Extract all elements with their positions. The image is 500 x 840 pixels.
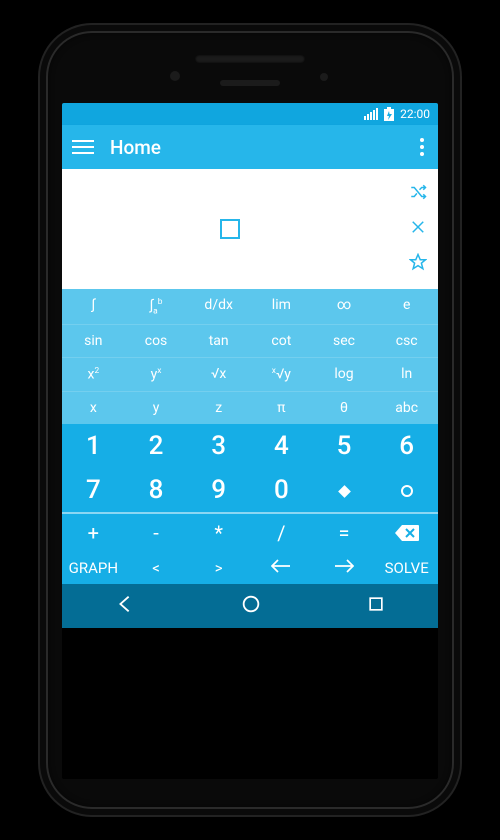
key-2[interactable]: 2 <box>125 424 188 468</box>
key-equals[interactable]: = <box>313 514 376 552</box>
key-csc[interactable]: csc <box>375 325 438 357</box>
status-time: 22:00 <box>400 107 430 121</box>
cursor-placeholder <box>220 219 240 239</box>
key-z[interactable]: z <box>187 392 250 424</box>
key-e[interactable]: e <box>375 289 438 324</box>
key-right[interactable] <box>313 552 376 584</box>
expression-display <box>62 169 438 289</box>
key-minus[interactable]: - <box>125 514 188 552</box>
phone-camera <box>170 71 180 81</box>
nav-recent-icon <box>366 594 386 614</box>
phone-frame: 22:00 Home <box>40 25 460 815</box>
key-sqrt[interactable]: √x <box>187 358 250 391</box>
close-icon[interactable] <box>409 218 427 240</box>
key-plus[interactable]: + <box>62 514 125 552</box>
shuffle-icon[interactable] <box>409 183 427 205</box>
arrow-right-icon <box>334 559 354 573</box>
key-1[interactable]: 1 <box>62 424 125 468</box>
phone-proximity <box>320 73 328 81</box>
nav-back[interactable] <box>114 593 136 619</box>
key-3[interactable]: 3 <box>187 424 250 468</box>
key-abc[interactable]: abc <box>375 392 438 424</box>
display-actions <box>398 169 438 289</box>
expression-area[interactable] <box>62 169 398 289</box>
key-cos[interactable]: cos <box>125 325 188 357</box>
key-infinity[interactable]: ∞ <box>313 289 376 324</box>
key-gt[interactable]: > <box>187 552 250 584</box>
key-decimal[interactable] <box>313 468 376 512</box>
key-x2[interactable]: x2 <box>62 358 125 391</box>
key-yx[interactable]: yx <box>125 358 188 391</box>
key-7[interactable]: 7 <box>62 468 125 512</box>
phone-speaker <box>195 55 305 63</box>
key-lt[interactable]: < <box>125 552 188 584</box>
nav-home-icon <box>240 593 262 615</box>
nav-back-icon <box>114 593 136 615</box>
key-9[interactable]: 9 <box>187 468 250 512</box>
menu-icon[interactable] <box>72 136 94 158</box>
backspace-icon <box>395 525 419 541</box>
overflow-icon[interactable] <box>416 134 428 160</box>
app-bar: Home <box>62 125 438 169</box>
star-icon[interactable] <box>409 253 427 275</box>
key-log[interactable]: log <box>313 358 376 391</box>
function-pad: ∫ ∫ab d/dx lim ∞ e sin cos tan cot sec c… <box>62 289 438 424</box>
key-6[interactable]: 6 <box>375 424 438 468</box>
key-tan[interactable]: tan <box>187 325 250 357</box>
nav-home[interactable] <box>240 593 262 619</box>
nav-recent[interactable] <box>366 594 386 618</box>
key-times[interactable]: * <box>187 514 250 552</box>
key-left[interactable] <box>250 552 313 584</box>
status-bar: 22:00 <box>62 103 438 125</box>
key-theta[interactable]: θ <box>313 392 376 424</box>
key-xroot[interactable]: x√y <box>250 358 313 391</box>
key-ddx[interactable]: d/dx <box>187 289 250 324</box>
key-8[interactable]: 8 <box>125 468 188 512</box>
key-degree[interactable] <box>375 468 438 512</box>
key-solve[interactable]: SOLVE <box>375 552 438 584</box>
phone-sensor <box>220 80 280 86</box>
key-lim[interactable]: lim <box>250 289 313 324</box>
key-defint[interactable]: ∫ab <box>125 289 188 324</box>
key-graph[interactable]: GRAPH <box>62 552 125 584</box>
key-integral[interactable]: ∫ <box>62 289 125 324</box>
android-nav-bar <box>62 584 438 628</box>
key-sin[interactable]: sin <box>62 325 125 357</box>
key-sec[interactable]: sec <box>313 325 376 357</box>
key-cot[interactable]: cot <box>250 325 313 357</box>
battery-icon <box>384 107 394 121</box>
key-0[interactable]: 0 <box>250 468 313 512</box>
key-4[interactable]: 4 <box>250 424 313 468</box>
key-pi[interactable]: π <box>250 392 313 424</box>
key-backspace[interactable] <box>375 514 438 552</box>
number-pad: 1 2 3 4 5 6 7 8 9 0 + - <box>62 424 438 584</box>
key-5[interactable]: 5 <box>313 424 376 468</box>
page-title: Home <box>110 136 416 159</box>
signal-icon <box>364 108 378 120</box>
key-ln[interactable]: ln <box>375 358 438 391</box>
key-divide[interactable]: / <box>250 514 313 552</box>
screen: 22:00 Home <box>62 103 438 779</box>
arrow-left-icon <box>271 559 291 573</box>
key-x[interactable]: x <box>62 392 125 424</box>
key-y[interactable]: y <box>125 392 188 424</box>
